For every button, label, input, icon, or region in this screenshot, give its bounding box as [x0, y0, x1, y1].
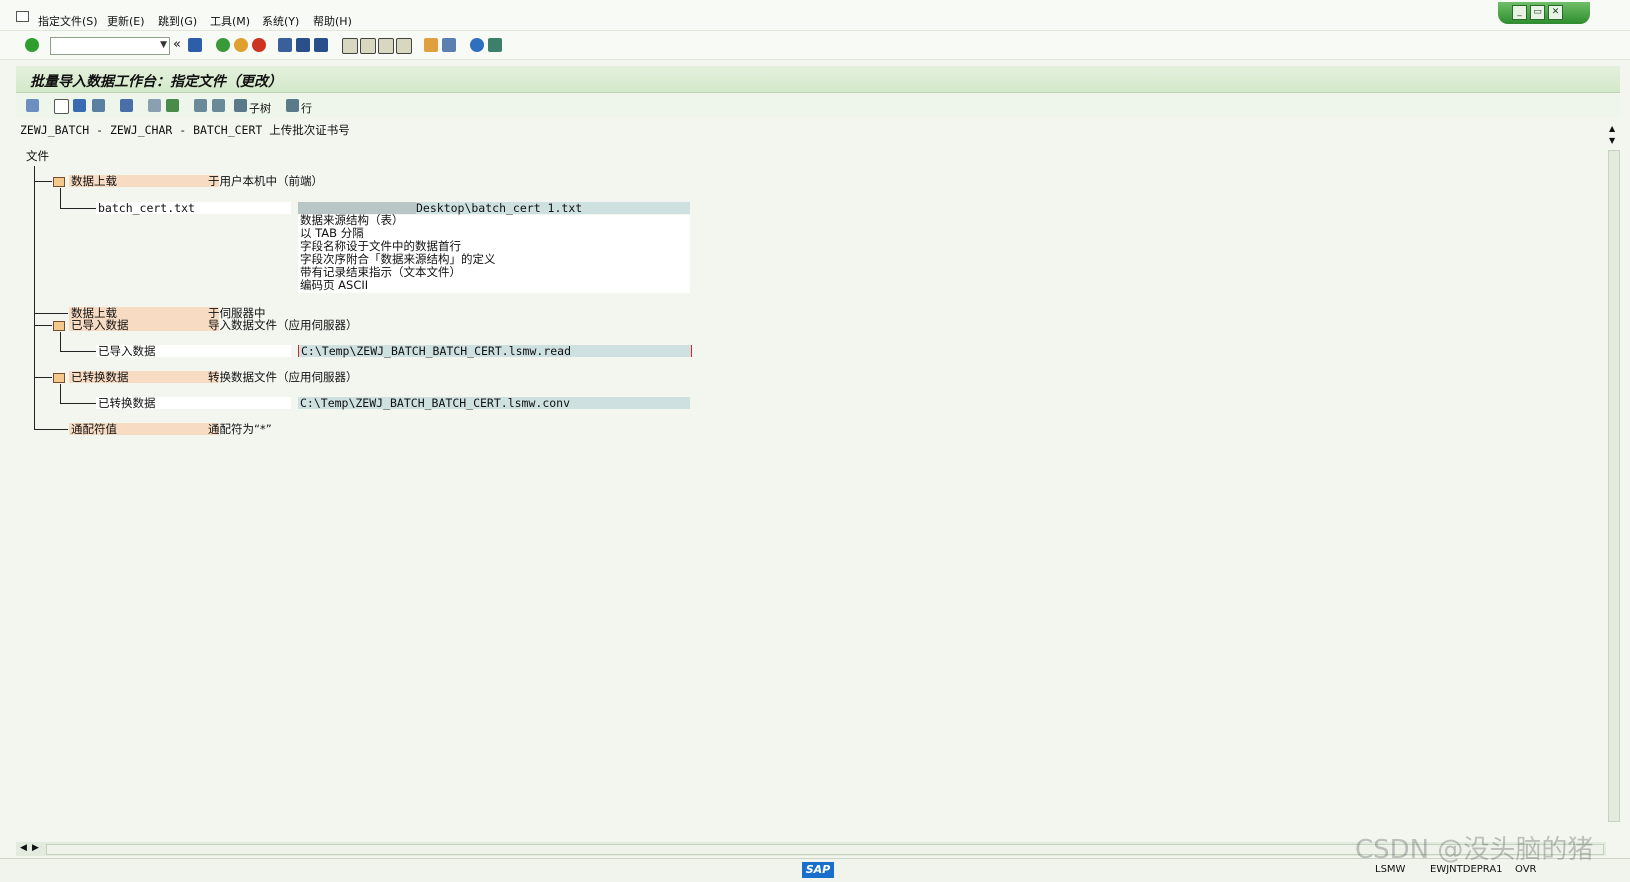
next-page-icon[interactable] — [378, 38, 394, 54]
tree-line — [60, 403, 96, 404]
collapse-icon[interactable] — [212, 99, 225, 112]
node-converted-file[interactable]: 已转换数据 — [98, 397, 156, 410]
prop-line: 编码页 ASCII — [300, 278, 369, 292]
scroll-right-icon[interactable]: ▶ — [32, 843, 39, 853]
menu-icon[interactable] — [16, 11, 29, 22]
tree-line — [60, 384, 61, 403]
tree-line — [60, 332, 61, 351]
tree-line — [34, 313, 68, 314]
imported-file-path-field[interactable]: C:\Temp\ZEWJ_BATCH_BATCH_CERT.lsmw.read — [298, 344, 692, 358]
window-controls: _ ▭ ✕ — [1498, 2, 1590, 24]
tree-line — [34, 181, 52, 182]
display-change-icon[interactable] — [26, 99, 39, 112]
layout-icon[interactable] — [488, 38, 502, 52]
copy-icon[interactable] — [166, 99, 179, 112]
main-content: ZEWJ_BATCH - ZEWJ_CHAR - BATCH_CERT 上传批次… — [16, 120, 1606, 845]
tree-line — [60, 208, 96, 209]
subtree-button[interactable]: 子树 — [249, 100, 271, 116]
folder-open-icon[interactable] — [53, 177, 65, 187]
help-icon[interactable] — [470, 38, 484, 52]
node-converted-desc: 转换数据文件（应用伺服器） — [208, 370, 358, 384]
double-chevron-left-icon[interactable]: « — [173, 37, 181, 52]
converted-file-path-field[interactable]: C:\Temp\ZEWJ_BATCH_BATCH_CERT.lsmw.conv — [298, 396, 690, 410]
tree-line — [34, 166, 35, 430]
save-icon[interactable] — [188, 38, 202, 52]
previous-page-icon[interactable] — [360, 38, 376, 54]
page-title: 批量导入数据工作台：指定文件（更改） — [30, 74, 282, 90]
node-upload-client-desc: 于用户本机中（前端） — [208, 174, 323, 188]
object-header: ZEWJ_BATCH - ZEWJ_CHAR - BATCH_CERT 上传批次… — [20, 123, 350, 137]
last-page-icon[interactable] — [396, 38, 412, 54]
create-icon[interactable] — [54, 99, 69, 114]
subtree-icon[interactable] — [234, 99, 247, 112]
standard-toolbar: ▼ « — [0, 31, 1630, 60]
tree-line — [60, 188, 61, 208]
close-icon[interactable]: ✕ — [1548, 5, 1563, 20]
scroll-up-icon[interactable]: ▲ — [1609, 124, 1615, 133]
menu-tools[interactable]: 工具(M) — [210, 13, 250, 29]
menu-goto[interactable]: 跳到(G) — [158, 13, 197, 29]
find-next-icon[interactable] — [314, 38, 328, 52]
chevron-down-icon[interactable]: ▼ — [160, 40, 167, 50]
batch-file-path: Desktop\batch_cert 1.txt — [416, 201, 583, 215]
menu-update[interactable]: 更新(E) — [107, 13, 145, 29]
enter-check-icon[interactable] — [25, 38, 39, 52]
command-field[interactable]: ▼ — [50, 37, 170, 55]
cancel-icon[interactable] — [252, 38, 266, 52]
sap-logo: SAP — [802, 862, 834, 878]
application-toolbar: 子树 行 — [16, 94, 1620, 118]
vertical-scrollbar[interactable]: ▲ ▼ — [1606, 120, 1620, 825]
restore-icon[interactable]: ▭ — [1530, 5, 1545, 20]
refresh-icon[interactable] — [148, 99, 161, 112]
node-imported-desc: 导入数据文件（应用伺服器） — [208, 318, 358, 332]
node-imported[interactable]: 已导入数据 — [71, 319, 129, 332]
tree-line — [34, 377, 52, 378]
print-icon[interactable] — [278, 38, 292, 52]
first-page-icon[interactable] — [342, 38, 358, 54]
row-button[interactable]: 行 — [301, 100, 312, 116]
folder-open-icon[interactable] — [53, 321, 65, 331]
watermark: CSDN @没头脑的猪 — [1355, 835, 1594, 865]
imported-file-path: C:\Temp\ZEWJ_BATCH_BATCH_CERT.lsmw.read — [301, 344, 572, 358]
shortcut-icon[interactable] — [442, 38, 456, 52]
title-bar: 批量导入数据工作台：指定文件（更改） — [16, 66, 1620, 93]
folder-open-icon[interactable] — [53, 373, 65, 383]
find-icon[interactable] — [296, 38, 310, 52]
row-icon[interactable] — [286, 99, 299, 112]
minimize-icon[interactable]: _ — [1512, 5, 1527, 20]
exit-icon[interactable] — [234, 38, 248, 52]
tree-line — [34, 429, 68, 430]
node-converted[interactable]: 已转换数据 — [71, 371, 129, 384]
menu-specify-file[interactable]: 指定文件(S) — [38, 13, 98, 29]
menu-bar: 指定文件(S) 更新(E) 跳到(G) 工具(M) 系统(Y) 帮助(H) _ … — [0, 0, 1630, 31]
back-icon[interactable] — [216, 38, 230, 52]
new-session-icon[interactable] — [424, 38, 438, 52]
expand-icon[interactable] — [194, 99, 207, 112]
menu-help[interactable]: 帮助(H) — [313, 13, 352, 29]
converted-file-path: C:\Temp\ZEWJ_BATCH_BATCH_CERT.lsmw.conv — [300, 396, 571, 410]
node-upload-client[interactable]: 数据上载 — [71, 175, 117, 188]
menu-system[interactable]: 系统(Y) — [262, 13, 299, 29]
tree-root: 文件 — [26, 149, 49, 163]
node-batch-file[interactable]: batch_cert.txt — [98, 202, 195, 215]
scroll-track[interactable] — [1608, 150, 1620, 822]
tree-line — [34, 325, 52, 326]
delete-icon[interactable] — [92, 99, 105, 112]
scroll-down-icon[interactable]: ▼ — [1609, 136, 1615, 145]
node-imported-file[interactable]: 已导入数据 — [98, 345, 156, 358]
node-wildcard[interactable]: 通配符值 — [71, 423, 117, 436]
tree-line — [60, 351, 96, 352]
edit-pencil-icon[interactable] — [73, 99, 86, 112]
scroll-left-icon[interactable]: ◀ — [20, 843, 27, 853]
change-icon[interactable] — [120, 99, 133, 112]
node-wildcard-desc: 通配符为“*” — [208, 422, 272, 436]
